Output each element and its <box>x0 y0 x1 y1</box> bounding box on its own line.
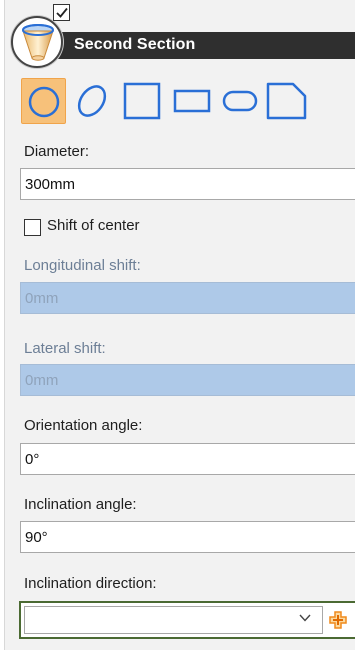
inclination-angle-input[interactable]: 90° <box>20 521 355 553</box>
checkmark-icon <box>56 7 68 18</box>
shape-rectangle-button[interactable] <box>169 78 215 124</box>
shape-ellipse-button[interactable] <box>69 78 119 124</box>
square-icon <box>123 82 161 120</box>
shift-of-center-checkbox[interactable] <box>24 219 41 236</box>
ellipse-icon <box>77 85 107 117</box>
rounded-rectangle-icon <box>222 90 258 112</box>
inclination-direction-select[interactable] <box>24 606 323 634</box>
diameter-label: Diameter: <box>24 143 90 160</box>
shift-of-center-label: Shift of center <box>47 217 140 234</box>
section-header: Second Section <box>54 32 355 59</box>
add-direction-button[interactable] <box>324 606 352 634</box>
section-title: Second Section <box>74 36 196 53</box>
rectangle-icon <box>173 89 211 113</box>
enable-section-checkbox[interactable] <box>53 4 70 21</box>
section-panel: Second Section Diameter: 300mm Shift of … <box>4 0 355 650</box>
inclination-direction-label: Inclination direction: <box>24 575 157 592</box>
shape-circle-button[interactable] <box>21 78 66 124</box>
plus-icon <box>329 611 347 629</box>
diameter-input[interactable]: 300mm <box>20 168 355 200</box>
longitudinal-shift-label: Longitudinal shift: <box>24 257 141 274</box>
orientation-angle-label: Orientation angle: <box>24 417 143 434</box>
shape-square-button[interactable] <box>121 78 165 124</box>
cone-section-icon <box>11 16 63 68</box>
shape-chamfered-square-button[interactable] <box>263 78 313 124</box>
circle-icon <box>28 86 60 118</box>
longitudinal-shift-input: 0mm <box>20 282 355 314</box>
shape-selector <box>21 78 321 124</box>
shape-rounded-rectangle-button[interactable] <box>219 78 261 124</box>
chamfered-square-icon <box>266 82 307 120</box>
chevron-down-icon[interactable] <box>298 613 312 623</box>
orientation-angle-input[interactable]: 0° <box>20 443 355 475</box>
inclination-direction-field <box>19 601 355 639</box>
lateral-shift-input: 0mm <box>20 364 355 396</box>
lateral-shift-label: Lateral shift: <box>24 340 106 357</box>
inclination-angle-label: Inclination angle: <box>24 496 137 513</box>
